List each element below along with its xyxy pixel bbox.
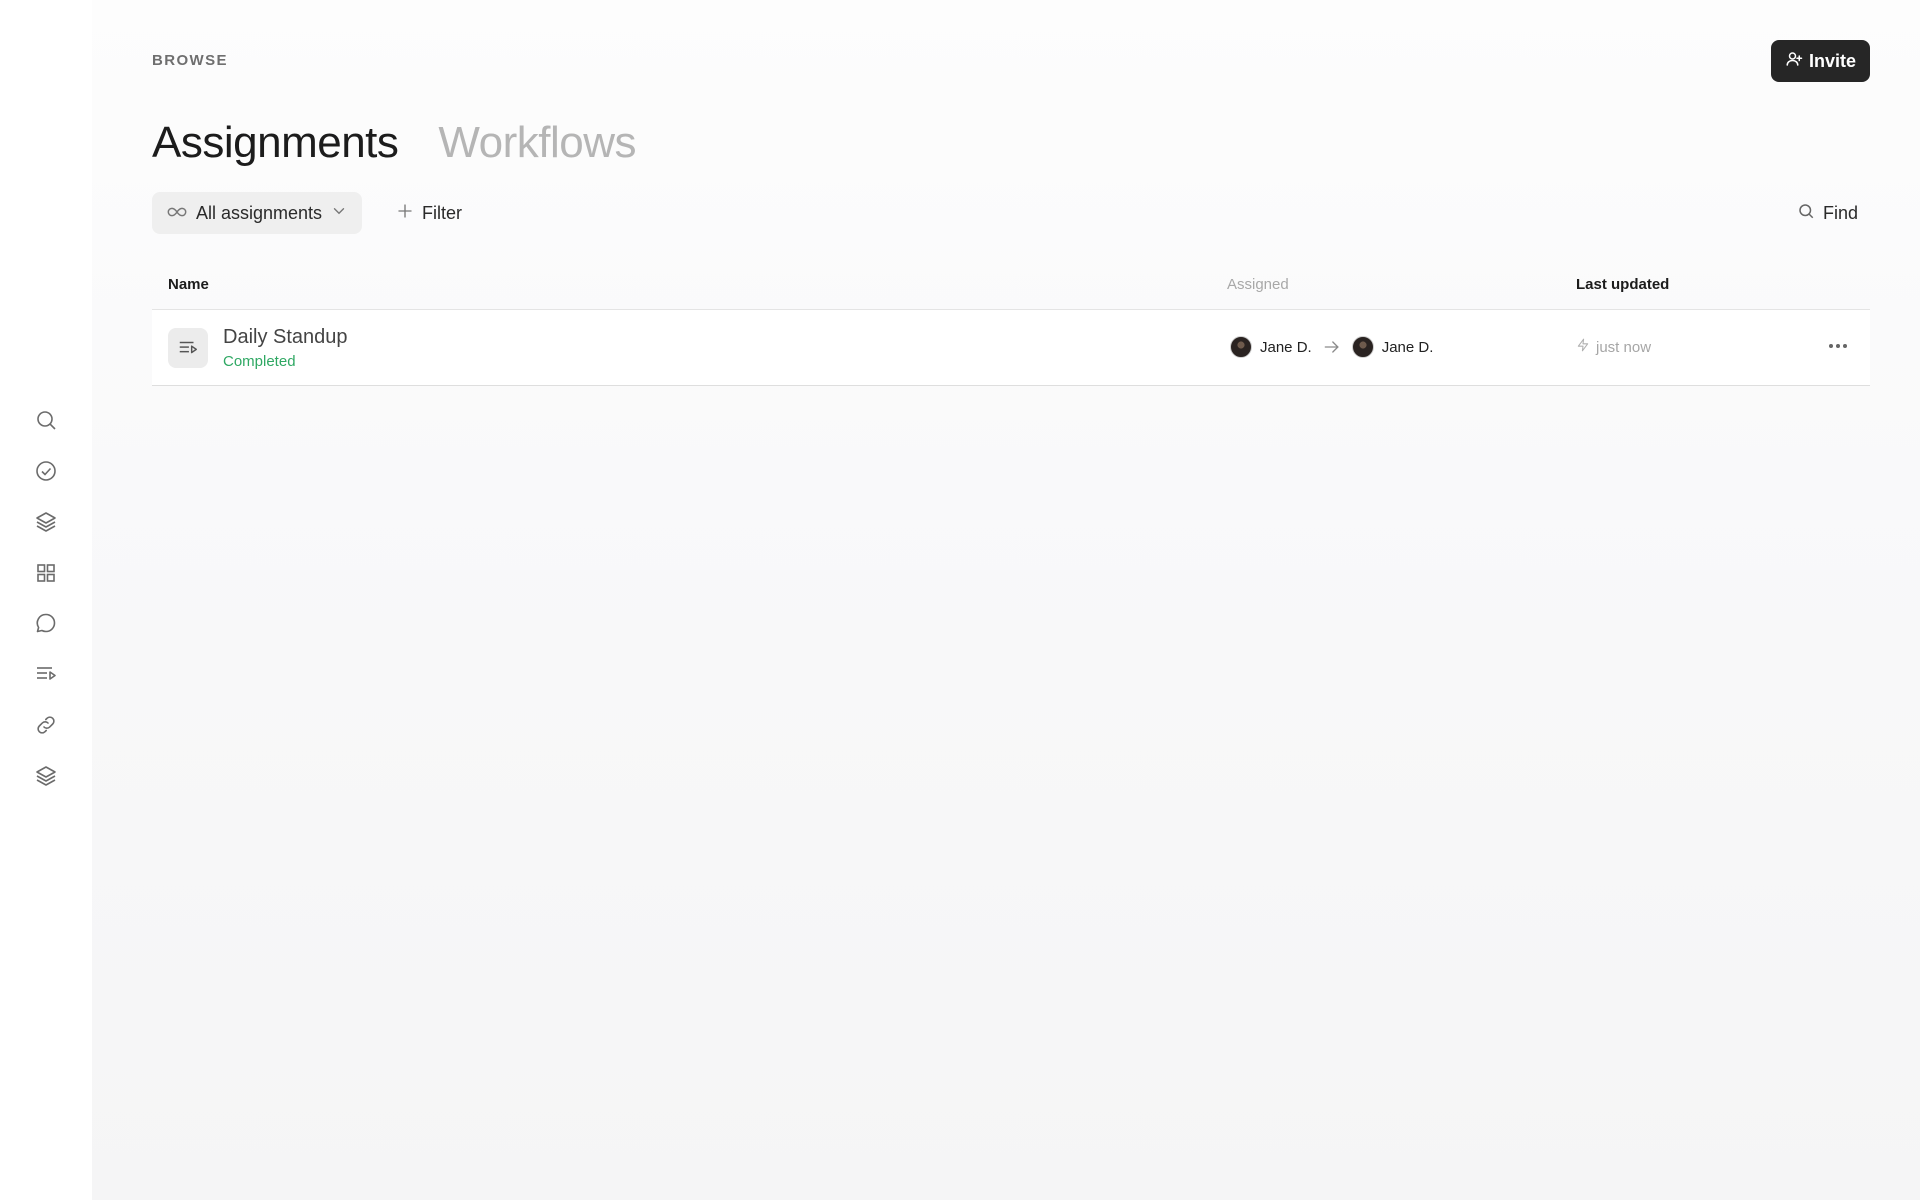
assignee-name: Jane D.	[1381, 338, 1434, 356]
more-options-icon[interactable]	[1824, 334, 1852, 358]
arrow-right-icon	[1322, 337, 1342, 357]
chat-bubble-icon[interactable]	[30, 607, 62, 639]
toolbar: All assignments Filter Find	[152, 192, 1870, 234]
playlist-icon[interactable]	[30, 658, 62, 690]
column-header-assigned[interactable]: Assigned	[1227, 276, 1289, 293]
invite-label: Invite	[1808, 50, 1856, 71]
layers-icon[interactable]	[30, 760, 62, 792]
infinity-icon	[166, 203, 188, 224]
view-dropdown[interactable]: All assignments	[152, 192, 363, 234]
row-title[interactable]: Daily Standup	[223, 326, 348, 349]
assignee: Jane D.	[1351, 336, 1434, 358]
add-user-icon	[1785, 50, 1803, 73]
playlist-icon	[168, 328, 208, 368]
tab-workflows[interactable]: Workflows	[438, 118, 636, 168]
view-dropdown-label: All assignments	[196, 202, 323, 223]
add-filter-button[interactable]: Filter	[390, 192, 468, 234]
layers-icon[interactable]	[30, 506, 62, 538]
sidebar	[0, 0, 92, 1200]
last-updated-text: just now	[1596, 338, 1652, 356]
table-row[interactable]: Daily Standup Completed Jane D. Jane D.	[152, 310, 1870, 386]
assigned-cell: Jane D. Jane D.	[1230, 336, 1433, 358]
column-header-last-updated[interactable]: Last updated	[1576, 276, 1669, 293]
find-button[interactable]: Find	[1797, 192, 1858, 234]
assigner-name: Jane D.	[1260, 338, 1312, 356]
table-header: Name Assigned Last updated	[152, 264, 1870, 310]
lightning-icon	[1576, 337, 1590, 357]
link-icon[interactable]	[30, 709, 62, 741]
plus-icon	[396, 202, 414, 225]
app-window: BROWSE Invite Assignments Workflows All …	[0, 0, 1920, 1200]
view-tabs: Assignments Workflows	[152, 118, 636, 168]
search-icon	[1797, 202, 1815, 225]
avatar	[1230, 336, 1252, 358]
chevron-down-icon	[330, 202, 348, 225]
check-circle-icon[interactable]	[30, 455, 62, 487]
grid-icon[interactable]	[30, 557, 62, 589]
invite-button[interactable]: Invite	[1770, 40, 1870, 82]
main-content: BROWSE Invite Assignments Workflows All …	[152, 0, 1870, 1200]
tab-assignments[interactable]: Assignments	[152, 118, 399, 168]
status-badge: Completed	[223, 353, 296, 370]
filter-label: Filter	[422, 202, 462, 223]
search-icon[interactable]	[30, 404, 62, 436]
section-label: BROWSE	[152, 52, 228, 69]
avatar	[1351, 336, 1374, 358]
assignments-table: Name Assigned Last updated Daily Standup…	[152, 264, 1870, 386]
column-header-name[interactable]: Name	[168, 276, 209, 293]
last-updated-cell: just now	[1576, 337, 1651, 357]
find-label: Find	[1822, 202, 1858, 223]
assigner: Jane D.	[1230, 336, 1312, 358]
